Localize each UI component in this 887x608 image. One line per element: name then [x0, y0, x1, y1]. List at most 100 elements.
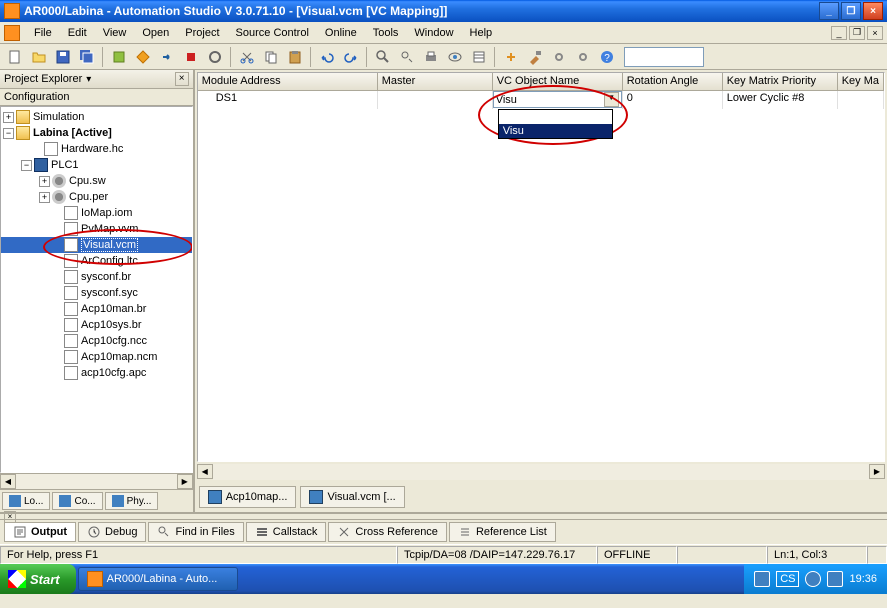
- scroll-left-button[interactable]: ◀: [197, 464, 213, 479]
- hammer-button[interactable]: [524, 46, 546, 68]
- save-button[interactable]: [52, 46, 74, 68]
- find-next-button[interactable]: [396, 46, 418, 68]
- find-button[interactable]: [372, 46, 394, 68]
- undo-button[interactable]: [316, 46, 338, 68]
- tab-find-in-files[interactable]: Find in Files: [148, 522, 243, 542]
- expand-icon[interactable]: +: [39, 192, 50, 203]
- clock[interactable]: 19:36: [849, 573, 877, 585]
- tree-item-labina[interactable]: Labina [Active]: [33, 127, 112, 139]
- copy-button[interactable]: [260, 46, 282, 68]
- cell-vc-object[interactable]: Visu ▼: [493, 91, 623, 109]
- watch-button[interactable]: [444, 46, 466, 68]
- monitor-button[interactable]: [204, 46, 226, 68]
- dropdown-option-visu[interactable]: Visu: [499, 124, 612, 138]
- tree-scrollbar[interactable]: ◀ ▶: [0, 473, 193, 489]
- menu-edit[interactable]: Edit: [60, 24, 95, 42]
- save-all-button[interactable]: [76, 46, 98, 68]
- mdi-restore-button[interactable]: ❐: [849, 26, 865, 40]
- menu-window[interactable]: Window: [406, 24, 461, 42]
- tab-debug[interactable]: Debug: [78, 522, 146, 542]
- col-module-address[interactable]: Module Address: [198, 73, 378, 90]
- pin-icon[interactable]: ▾: [86, 74, 91, 85]
- properties-button[interactable]: [468, 46, 490, 68]
- gear2-button[interactable]: [572, 46, 594, 68]
- vc-object-dropdown-list[interactable]: Visu: [498, 109, 613, 139]
- expand-icon[interactable]: +: [3, 112, 14, 123]
- menu-source-control[interactable]: Source Control: [228, 24, 317, 42]
- tree-item[interactable]: Acp10map.ncm: [81, 351, 157, 363]
- print-button[interactable]: [420, 46, 442, 68]
- start-button[interactable]: Start: [0, 564, 76, 594]
- help-button[interactable]: ?: [596, 46, 618, 68]
- cell-master[interactable]: [378, 91, 493, 109]
- expand-icon[interactable]: +: [39, 176, 50, 187]
- col-key-matrix[interactable]: Key Matrix Priority: [723, 73, 838, 90]
- project-tree[interactable]: + Simulation − Labina [Active] Hardware.…: [0, 106, 193, 473]
- toolbar-combo[interactable]: [624, 47, 704, 67]
- vc-object-combobox[interactable]: Visu ▼: [493, 91, 622, 108]
- pe-tab-config[interactable]: Co...: [52, 492, 102, 510]
- grid-row[interactable]: DS1 Visu ▼ 0 Lower Cyclic #8: [198, 91, 884, 109]
- close-button[interactable]: ×: [863, 2, 883, 20]
- paste-button[interactable]: [284, 46, 306, 68]
- generate-button[interactable]: [108, 46, 130, 68]
- tree-item[interactable]: Acp10cfg.ncc: [81, 335, 147, 347]
- scroll-right-button[interactable]: ▶: [869, 464, 885, 479]
- build-button[interactable]: [132, 46, 154, 68]
- menu-tools[interactable]: Tools: [365, 24, 407, 42]
- redo-button[interactable]: [340, 46, 362, 68]
- doc-tab-visual[interactable]: Visual.vcm [...: [300, 486, 404, 508]
- tray-icon[interactable]: [754, 571, 770, 587]
- tab-callstack[interactable]: Callstack: [246, 522, 327, 542]
- tree-item[interactable]: Cpu.sw: [69, 175, 106, 187]
- cell-rotation[interactable]: 0: [623, 91, 723, 109]
- dropdown-option-empty[interactable]: [499, 110, 612, 124]
- tree-item-visual-vcm[interactable]: Visual.vcm: [81, 238, 138, 252]
- tree-item[interactable]: acp10cfg.apc: [81, 367, 146, 379]
- taskbar-item[interactable]: AR000/Labina - Auto...: [78, 567, 238, 591]
- scroll-left-button[interactable]: ◀: [0, 474, 16, 489]
- tab-cross-reference[interactable]: Cross Reference: [328, 522, 447, 542]
- maximize-button[interactable]: ❐: [841, 2, 861, 20]
- connect-button[interactable]: [500, 46, 522, 68]
- system-tray[interactable]: CS 19:36: [744, 564, 887, 594]
- col-master[interactable]: Master: [378, 73, 493, 90]
- tray-icon[interactable]: [805, 571, 821, 587]
- menu-project[interactable]: Project: [177, 24, 227, 42]
- scroll-right-button[interactable]: ▶: [177, 474, 193, 489]
- mdi-close-button[interactable]: ×: [867, 26, 883, 40]
- open-button[interactable]: [28, 46, 50, 68]
- tree-item-plc1[interactable]: PLC1: [51, 159, 79, 171]
- collapse-icon[interactable]: −: [3, 128, 14, 139]
- pe-tab-physical[interactable]: Phy...: [105, 492, 159, 510]
- menu-help[interactable]: Help: [462, 24, 501, 42]
- dropdown-button[interactable]: ▼: [604, 92, 619, 107]
- tree-item[interactable]: Cpu.per: [69, 191, 108, 203]
- pe-tab-logical[interactable]: Lo...: [2, 492, 50, 510]
- tab-reference-list[interactable]: Reference List: [449, 522, 556, 542]
- tray-icon[interactable]: [827, 571, 843, 587]
- new-button[interactable]: [4, 46, 26, 68]
- stop-button[interactable]: [180, 46, 202, 68]
- col-key-ma[interactable]: Key Ma: [838, 73, 884, 90]
- tab-output[interactable]: Output: [4, 522, 76, 542]
- cell-module-address[interactable]: DS1: [198, 91, 378, 109]
- tree-item[interactable]: Acp10man.br: [81, 303, 146, 315]
- doc-tab-acp10map[interactable]: Acp10map...: [199, 486, 297, 508]
- col-vc-object[interactable]: VC Object Name: [493, 73, 623, 90]
- gear-button[interactable]: [548, 46, 570, 68]
- cell-empty[interactable]: [838, 91, 884, 109]
- tree-item-hardware[interactable]: Hardware.hc: [61, 143, 123, 155]
- col-rotation[interactable]: Rotation Angle: [623, 73, 723, 90]
- tree-item[interactable]: IoMap.iom: [81, 207, 132, 219]
- tree-item[interactable]: sysconf.syc: [81, 287, 138, 299]
- menu-file[interactable]: File: [26, 24, 60, 42]
- panel-close-button[interactable]: ×: [175, 72, 189, 86]
- cell-key-matrix[interactable]: Lower Cyclic #8: [723, 91, 838, 109]
- tree-item-simulation[interactable]: Simulation: [33, 111, 84, 123]
- collapse-icon[interactable]: −: [21, 160, 32, 171]
- menu-view[interactable]: View: [95, 24, 135, 42]
- mdi-minimize-button[interactable]: _: [831, 26, 847, 40]
- tree-item[interactable]: ArConfig.ltc: [81, 255, 138, 267]
- minimize-button[interactable]: _: [819, 2, 839, 20]
